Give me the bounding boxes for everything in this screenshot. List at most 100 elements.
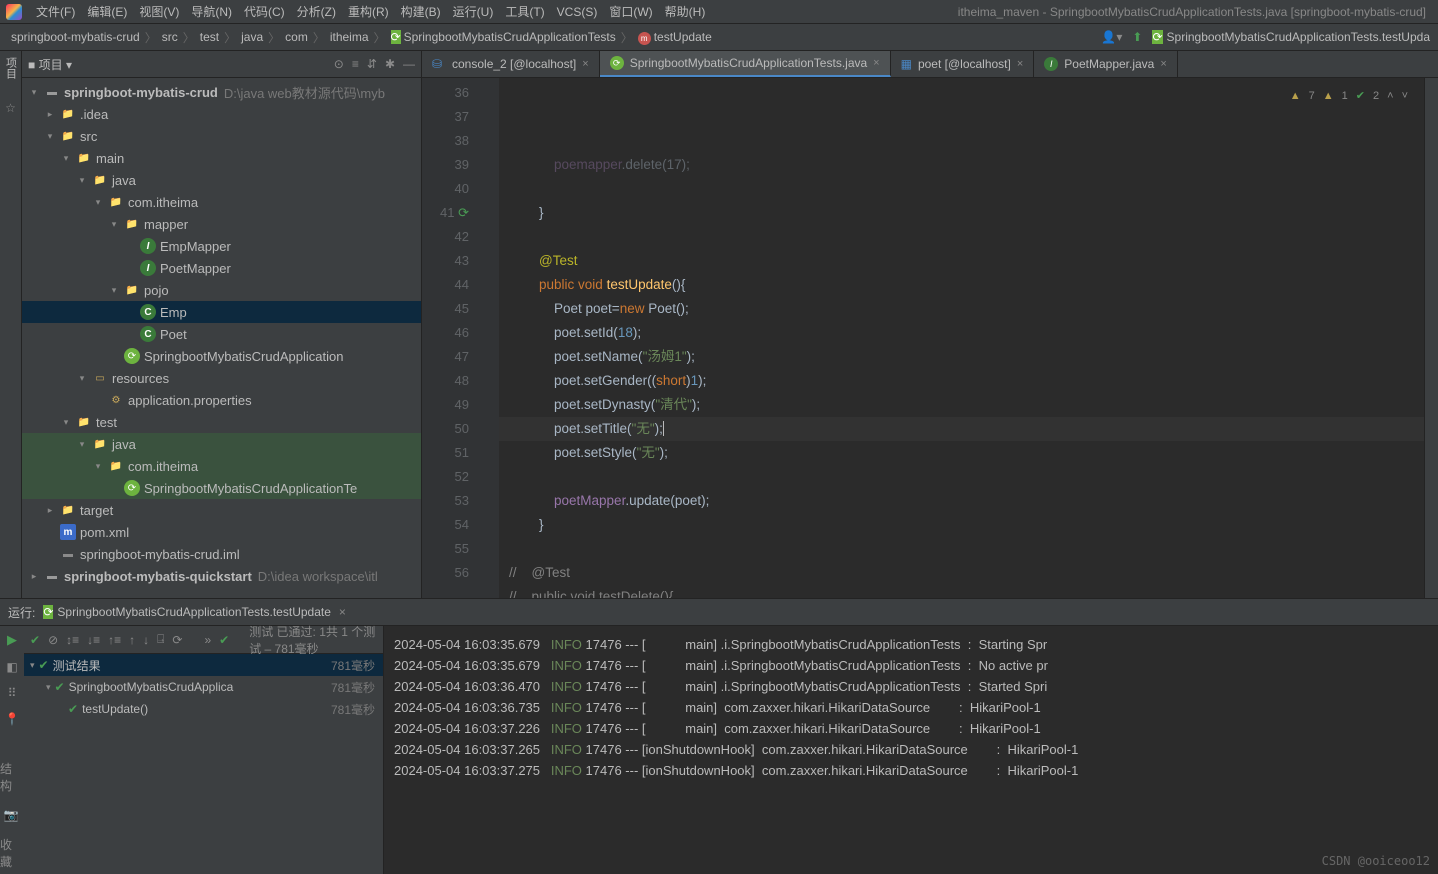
weak-warning-icon: ▲: [1323, 84, 1334, 108]
tree-row[interactable]: CPoet: [22, 323, 421, 345]
collapse-all-icon[interactable]: ↑≡: [108, 633, 121, 647]
tree-row[interactable]: ▾▬springboot-mybatis-crudD:\java web教材源代…: [22, 81, 421, 103]
menu-item[interactable]: 视图(V): [133, 5, 185, 19]
export-icon[interactable]: ⍈: [157, 632, 164, 647]
console-output[interactable]: 2024-05-04 16:03:35.679 INFO 17476 --- […: [384, 626, 1438, 874]
chevron-down-icon[interactable]: ˅: [1402, 84, 1408, 108]
close-icon[interactable]: ×: [339, 605, 346, 619]
locate-icon[interactable]: ⊙: [334, 57, 344, 71]
favorites-icon[interactable]: ☆: [5, 101, 16, 115]
hide-icon[interactable]: —: [403, 57, 415, 71]
menu-item[interactable]: 构建(B): [395, 5, 447, 19]
user-icon[interactable]: 👤▾: [1101, 30, 1122, 44]
more-icon[interactable]: ⠿: [8, 686, 17, 700]
close-icon[interactable]: ×: [1017, 58, 1023, 70]
tree-row[interactable]: ▾📁src: [22, 125, 421, 147]
tree-row[interactable]: ▾📁java: [22, 433, 421, 455]
rerun-icon[interactable]: ▶: [7, 632, 17, 648]
tree-row[interactable]: IPoetMapper: [22, 257, 421, 279]
menu-item[interactable]: 代码(C): [238, 5, 291, 19]
app-logo-icon: [6, 4, 22, 20]
code-editor[interactable]: ▲7 ▲1 ✔2 ˄ ˅ poemapper.delete(17); } @Te…: [499, 78, 1424, 598]
menu-item[interactable]: 导航(N): [185, 5, 238, 19]
run-config-selector[interactable]: ⟳ SpringbootMybatisCrudApplicationTests.…: [1152, 30, 1430, 44]
menu-item[interactable]: 文件(F): [30, 5, 81, 19]
menu-item[interactable]: 运行(U): [447, 5, 500, 19]
sort-icon[interactable]: ↕≡: [66, 633, 79, 647]
chevron-up-icon[interactable]: ˄: [1387, 84, 1393, 108]
build-icon[interactable]: ⬆: [1132, 30, 1142, 44]
favorites-tool-button[interactable]: 收藏: [0, 836, 22, 870]
next-icon[interactable]: ↓: [143, 633, 149, 647]
editor-tab[interactable]: IPoetMapper.java×: [1034, 51, 1178, 77]
prev-icon[interactable]: ↑: [129, 633, 135, 647]
close-icon[interactable]: ×: [582, 58, 588, 70]
run-tab[interactable]: ⟳ SpringbootMybatisCrudApplicationTests.…: [43, 605, 346, 619]
expand-all-icon[interactable]: ↓≡: [87, 633, 100, 647]
editor-tab[interactable]: ⛁console_2 [@localhost]×: [422, 51, 600, 77]
tree-row[interactable]: CEmp: [22, 301, 421, 323]
breadcrumb-item[interactable]: java: [238, 30, 266, 44]
navigation-bar: springboot-mybatis-crud〉src〉test〉java〉co…: [0, 24, 1438, 51]
structure-tool-button[interactable]: 结构: [0, 760, 22, 794]
editor-area: ⛁console_2 [@localhost]×⟳SpringbootMybat…: [422, 51, 1438, 598]
tree-row[interactable]: ⚙application.properties: [22, 389, 421, 411]
breadcrumb[interactable]: springboot-mybatis-crud〉src〉test〉java〉co…: [8, 29, 715, 46]
editor-tab[interactable]: ▦poet [@localhost]×: [891, 51, 1035, 77]
tree-row[interactable]: ▸▬springboot-mybatis-quickstartD:\idea w…: [22, 565, 421, 587]
menu-item[interactable]: VCS(S): [551, 5, 604, 19]
tree-row[interactable]: IEmpMapper: [22, 235, 421, 257]
menu-item[interactable]: 帮助(H): [659, 5, 712, 19]
breadcrumb-item[interactable]: test: [197, 30, 222, 44]
tree-row[interactable]: ▸📁target: [22, 499, 421, 521]
breadcrumb-item[interactable]: com: [282, 30, 311, 44]
run-tool-header: 运行: ⟳ SpringbootMybatisCrudApplicationTe…: [0, 598, 1438, 625]
menu-item[interactable]: 重构(R): [342, 5, 395, 19]
editor-tab[interactable]: ⟳SpringbootMybatisCrudApplicationTests.j…: [600, 51, 891, 77]
menu-item[interactable]: 编辑(E): [81, 5, 133, 19]
tree-row[interactable]: ⟳SpringbootMybatisCrudApplicationTe: [22, 477, 421, 499]
line-gutter[interactable]: 363738394041 ⟳42434445464748495051525354…: [422, 78, 477, 598]
test-root[interactable]: ▾ ✔ 测试结果 781毫秒: [24, 654, 383, 676]
breadcrumb-item[interactable]: itheima: [327, 30, 372, 44]
settings-icon[interactable]: ✱: [385, 57, 395, 71]
show-passed-icon[interactable]: ✔: [30, 633, 40, 647]
menu-item[interactable]: 工具(T): [499, 5, 550, 19]
editor-right-gutter: [1424, 78, 1438, 598]
close-icon[interactable]: ×: [873, 57, 879, 69]
tree-row[interactable]: ⟳SpringbootMybatisCrudApplication: [22, 345, 421, 367]
breadcrumb-item[interactable]: ⟳SpringbootMybatisCrudApplicationTests: [388, 30, 619, 44]
expand-icon[interactable]: ≡: [352, 57, 359, 71]
close-icon[interactable]: ×: [1160, 58, 1166, 70]
tree-row[interactable]: ▬springboot-mybatis-crud.iml: [22, 543, 421, 565]
show-ignored-icon[interactable]: ⊘: [48, 633, 58, 647]
tree-row[interactable]: mpom.xml: [22, 521, 421, 543]
pin-icon[interactable]: 📍: [5, 712, 20, 726]
breadcrumb-item[interactable]: springboot-mybatis-crud: [8, 30, 143, 44]
inspection-widget[interactable]: ▲7 ▲1 ✔2 ˄ ˅: [1290, 84, 1408, 108]
breadcrumb-item[interactable]: mtestUpdate: [635, 30, 715, 45]
test-class-node[interactable]: ▾ ✔ SpringbootMybatisCrudApplica 781毫秒: [24, 676, 383, 698]
tree-row[interactable]: ▾📁com.itheima: [22, 455, 421, 477]
tree-row[interactable]: ▾📁mapper: [22, 213, 421, 235]
test-method-node[interactable]: ✔ testUpdate() 781毫秒: [24, 698, 383, 720]
run-panel: ▶ ◧ ⠿ 📍 ✔ ⊘ ↕≡ ↓≡ ↑≡ ↑ ↓ ⍈ ⟳ » ✔ 测试 已通过:…: [0, 625, 1438, 874]
tree-row[interactable]: ▾📁java: [22, 169, 421, 191]
test-toolbar: ✔ ⊘ ↕≡ ↓≡ ↑≡ ↑ ↓ ⍈ ⟳ » ✔ 测试 已通过: 1共 1 个测…: [24, 626, 383, 654]
tree-row[interactable]: ▾▭resources: [22, 367, 421, 389]
check-icon: ✔: [68, 702, 78, 716]
camera-icon[interactable]: 📷: [4, 808, 19, 822]
tree-row[interactable]: ▾📁test: [22, 411, 421, 433]
stop-icon[interactable]: ◧: [6, 660, 17, 674]
breadcrumb-item[interactable]: src: [159, 30, 181, 44]
tree-row[interactable]: ▾📁main: [22, 147, 421, 169]
tree-row[interactable]: ▾📁pojo: [22, 279, 421, 301]
collapse-icon[interactable]: ⇵: [367, 57, 377, 71]
menu-item[interactable]: 分析(Z): [291, 5, 342, 19]
test-tree[interactable]: ▾ ✔ 测试结果 781毫秒 ▾ ✔ SpringbootMybatisCrud…: [24, 654, 383, 874]
tree-row[interactable]: ▾📁com.itheima: [22, 191, 421, 213]
tree-row[interactable]: ▸📁.idea: [22, 103, 421, 125]
project-tool-button[interactable]: 项目: [1, 55, 21, 81]
menu-item[interactable]: 窗口(W): [603, 5, 658, 19]
history-icon[interactable]: ⟳: [172, 633, 182, 647]
